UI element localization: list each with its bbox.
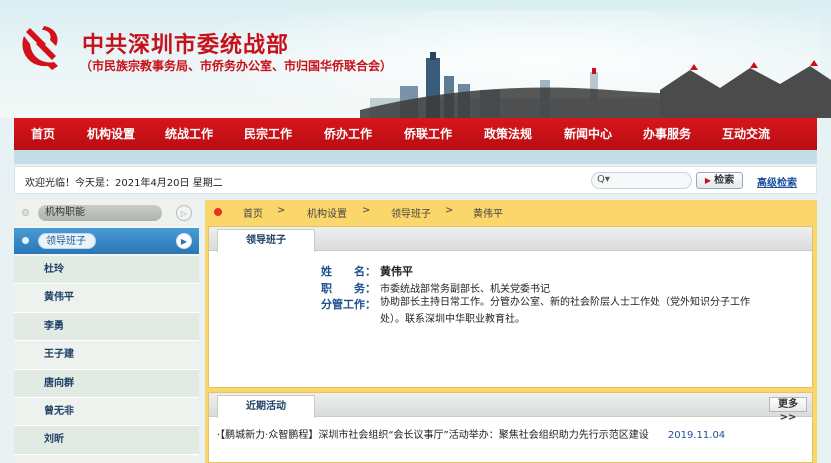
profile-position: 市委统战部常务副部长、机关党委书记 (380, 284, 550, 295)
breadcrumb-current: 黄伟平 (473, 209, 503, 220)
nav-item-policies[interactable]: 政策法规 (468, 118, 548, 150)
tab-leadership[interactable]: 领导班子 (217, 229, 315, 252)
breadcrumb: 首页 > 机构设置 > 领导班子 > 黄伟平 (205, 200, 817, 222)
main-nav: 首页 机构设置 统战工作 民宗工作 侨办工作 侨联工作 政策法规 新闻中心 办事… (14, 118, 817, 150)
sidebar-item-liu-xin[interactable]: 刘昕 (14, 426, 199, 455)
list-item[interactable]: ·【鹏城新力·众智鹏程】深圳市社会组织“会长议事厅”活动举办：聚焦社会组织助力先… (217, 426, 757, 445)
sidebar-item-tang-xiangqun[interactable]: 唐向群 (14, 369, 199, 398)
welcome-date-text: 欢迎光临！今天是：2021年4月20日 星期二 (25, 178, 223, 189)
nav-item-overseas-federation[interactable]: 侨联工作 (388, 118, 468, 150)
sidebar-item-du-ling[interactable]: 杜玲 (14, 256, 199, 285)
sidebar-section-label: 机构职能 (38, 205, 162, 221)
breadcrumb-separator: > (445, 205, 454, 216)
profile-panel: 领导班子 姓 名： 黄伟平 职 务： 市委统战部常务副部长、机关党委书记 分管工… (208, 226, 813, 388)
sidebar-item-li-yong[interactable]: 李勇 (14, 312, 199, 342)
site-subtitle: （市民族宗教事务局、市侨务办公室、市归国华侨联合会） (80, 59, 393, 73)
sidebar-next-section (14, 456, 199, 463)
panel-tabbar: 近期活动 更多>> (209, 393, 812, 423)
breadcrumb-leadership[interactable]: 领导班子 (391, 205, 431, 220)
sidebar-item-huang-weiping[interactable]: 黄伟平 (14, 284, 199, 313)
news-date: 2019.11.04 (667, 430, 726, 441)
position-label: 职 务： (321, 282, 376, 295)
nav-item-home[interactable]: 首页 (14, 118, 72, 150)
welcome-bar: 欢迎光临！今天是：2021年4月20日 星期二 Q▾ ▶ 检索 高级检索 (14, 166, 817, 194)
tab-recent-activities[interactable]: 近期活动 (217, 395, 315, 418)
site-header: 中共深圳市委统战部 （市民族宗教事务局、市侨务办公室、市归国华侨联合会） (0, 0, 831, 118)
nav-item-news[interactable]: 新闻中心 (548, 118, 628, 150)
panel-tabbar: 领导班子 (209, 227, 812, 252)
sidebar-item-zeng-wufei[interactable]: 曾无非 (14, 397, 199, 427)
sidebar-section-label: 领导班子 (38, 233, 96, 249)
play-triangle-icon: ▶ (704, 176, 712, 185)
search-icon: Q▾ (597, 174, 610, 185)
breadcrumb-separator: > (362, 205, 371, 216)
name-label: 姓 名： (321, 265, 376, 278)
search-input[interactable]: Q▾ (591, 172, 692, 189)
sidebar-section-leadership[interactable]: 领导班子 ▶ (14, 228, 199, 254)
nav-item-ethnic-religious[interactable]: 民宗工作 (228, 118, 308, 150)
party-emblem-icon (22, 26, 58, 70)
nav-item-interaction[interactable]: 互动交流 (706, 118, 786, 150)
nav-item-united-front[interactable]: 统战工作 (150, 118, 228, 150)
search-button-label: 检索 (714, 175, 735, 186)
bullet-icon (22, 209, 29, 216)
expand-arrow-icon: ▶ (176, 233, 192, 249)
news-title: ·【鹏城新力·众智鹏程】深圳市社会组织“会长议事厅”活动举办：聚焦社会组织助力先… (217, 430, 649, 441)
sidebar: 机构职能 ▷ 领导班子 ▶ 杜玲 黄伟平 李勇 王子建 唐向群 曾无非 刘昕 (14, 200, 199, 463)
nav-item-organization[interactable]: 机构设置 (72, 118, 150, 150)
activities-panel: 近期活动 更多>> ·【鹏城新力·众智鹏程】深圳市社会组织“会长议事厅”活动举办… (208, 392, 813, 463)
nav-item-services[interactable]: 办事服务 (628, 118, 706, 150)
advanced-search-link[interactable]: 高级检索 (757, 174, 797, 189)
sidebar-item-wang-zijian[interactable]: 王子建 (14, 341, 199, 370)
city-skyline-image (360, 52, 831, 118)
main-content: 首页 > 机构设置 > 领导班子 > 黄伟平 领导班子 姓 名： 黄伟平 职 务… (205, 200, 817, 463)
bullet-icon (22, 237, 29, 244)
profile-duties: 协助部长主持日常工作。分管办公室、新的社会阶层人士工作处（党外知识分子工作处）。… (380, 297, 750, 325)
breadcrumb-separator: > (277, 205, 286, 216)
sidebar-section-functions[interactable]: 机构职能 ▷ (14, 200, 199, 226)
duties-label: 分管工作： (321, 298, 376, 311)
expand-arrow-icon: ▷ (176, 205, 192, 221)
more-button[interactable]: 更多>> (769, 397, 807, 423)
breadcrumb-dot-icon (214, 208, 222, 216)
search-button[interactable]: ▶ 检索 (696, 172, 743, 189)
nav-subband (14, 150, 817, 164)
site-title: 中共深圳市委统战部 (82, 32, 290, 58)
profile-name: 黄伟平 (380, 265, 413, 278)
nav-item-overseas-office[interactable]: 侨办工作 (308, 118, 388, 150)
breadcrumb-home[interactable]: 首页 (243, 205, 263, 220)
breadcrumb-organization[interactable]: 机构设置 (307, 205, 347, 220)
leader-list: 杜玲 黄伟平 李勇 王子建 唐向群 曾无非 刘昕 (14, 256, 199, 455)
